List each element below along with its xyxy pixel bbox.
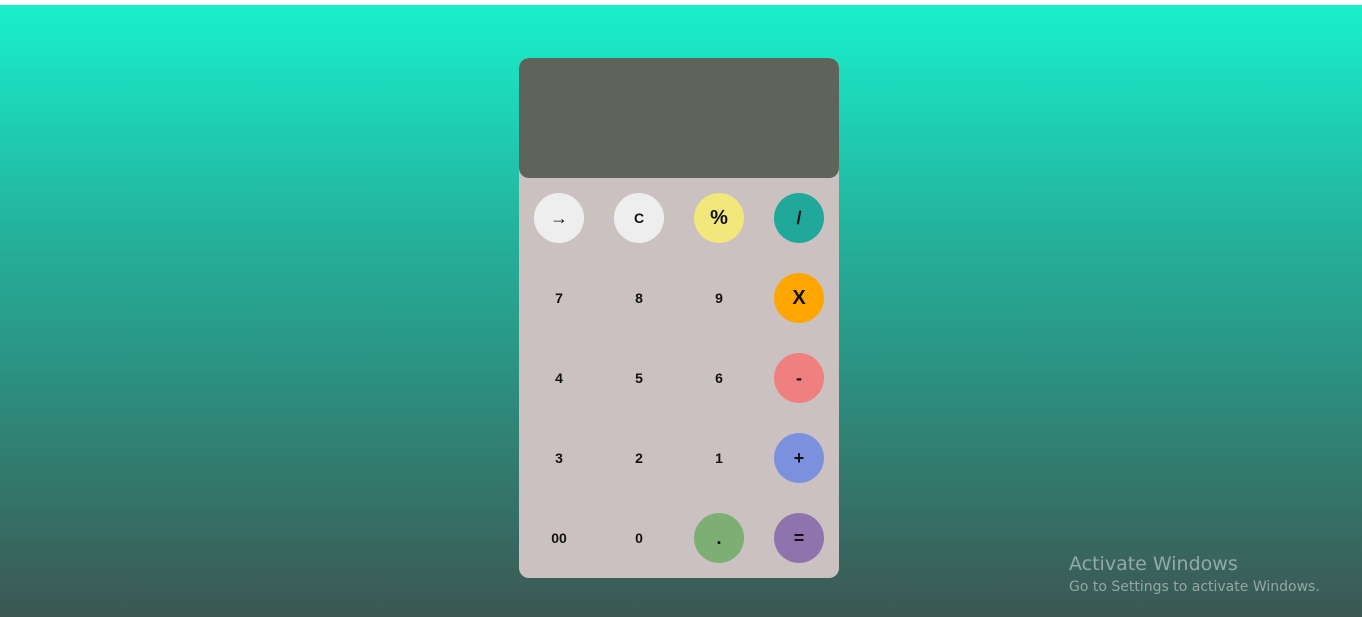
percent-button[interactable]: % (694, 193, 744, 243)
decimal-button[interactable]: . (694, 513, 744, 563)
digit-8-button[interactable]: 8 (614, 273, 664, 323)
digit-4-button[interactable]: 4 (534, 353, 584, 403)
digit-2-button[interactable]: 2 (614, 433, 664, 483)
digit-5-button[interactable]: 5 (614, 353, 664, 403)
watermark-title: Activate Windows (1069, 553, 1238, 575)
add-button[interactable]: + (774, 433, 824, 483)
watermark-subtitle: Go to Settings to activate Windows. (1069, 579, 1320, 595)
digit-7-button[interactable]: 7 (534, 273, 584, 323)
activate-windows-watermark: Activate Windows Go to Settings to activ… (1069, 552, 1320, 598)
equals-button[interactable]: = (774, 513, 824, 563)
double-zero-button[interactable]: 00 (534, 513, 584, 563)
digit-9-button[interactable]: 9 (694, 273, 744, 323)
digit-0-button[interactable]: 0 (614, 513, 664, 563)
calculator-display (519, 58, 839, 178)
digit-1-button[interactable]: 1 (694, 433, 744, 483)
divide-button[interactable]: / (774, 193, 824, 243)
digit-3-button[interactable]: 3 (534, 433, 584, 483)
backspace-button[interactable]: → (534, 193, 584, 243)
calculator: → C%/7 8 9 X 4 5 6-3 2 1 +00 0. = (519, 58, 839, 578)
multiply-button[interactable]: X (774, 273, 824, 323)
page-background: → C%/7 8 9 X 4 5 6-3 2 1 +00 0. = Activate Windows G… (0, 5, 1362, 617)
digit-6-button[interactable]: 6 (694, 353, 744, 403)
clear-button[interactable]: C (614, 193, 664, 243)
subtract-button[interactable]: - (774, 353, 824, 403)
